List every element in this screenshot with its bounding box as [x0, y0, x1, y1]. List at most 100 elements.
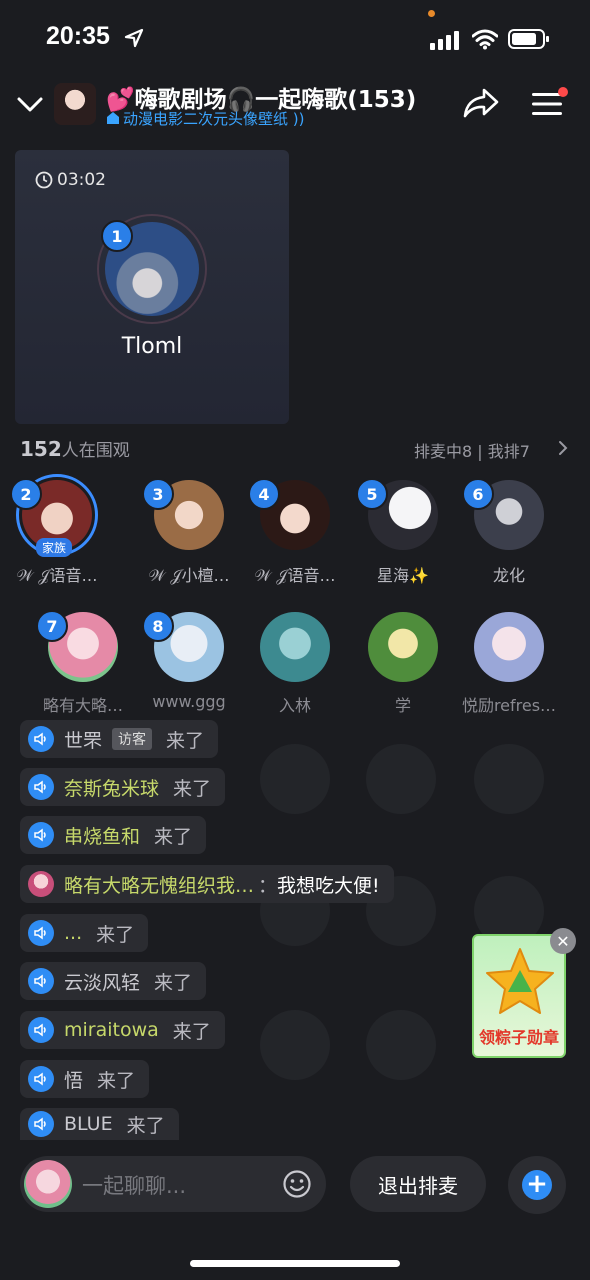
chat-action: 来了 — [173, 777, 212, 800]
wifi-icon — [472, 29, 498, 50]
seat-name: 𝒲 𝒥小檀… — [148, 566, 230, 585]
seat-name: 略有大略… — [42, 696, 123, 715]
chat-action: 来了 — [154, 971, 193, 994]
speaker-icon — [28, 920, 54, 946]
more-actions-button[interactable]: + — [508, 1156, 566, 1214]
chat-username[interactable]: 串烧鱼和 — [64, 822, 140, 849]
seat-number-badge: 1 — [101, 220, 133, 252]
seat-avatar[interactable] — [368, 612, 438, 682]
chat-input[interactable]: 一起聊聊... — [20, 1156, 326, 1212]
visitor-tag: 访客 — [112, 728, 153, 750]
seat-name: 𝒲 𝒥语音… — [16, 566, 98, 585]
viewer-count-label: 人在围观 — [61, 441, 130, 461]
notification-dot — [558, 87, 568, 97]
chat-username[interactable]: 世罘 — [64, 726, 102, 753]
chat-message[interactable]: 奈斯兔米球 来了 — [20, 768, 226, 806]
seat-name: www.ggg — [152, 692, 226, 711]
faded-seat-avatar — [260, 744, 330, 814]
faded-seat-avatar — [260, 1010, 330, 1080]
chat-username[interactable]: 略有大略无愧组织我… — [64, 871, 254, 898]
seat-avatar[interactable] — [474, 612, 544, 682]
room-subtitle-text: 动漫电影二次元头像壁纸 — [123, 110, 289, 128]
location-arrow-icon — [124, 28, 144, 48]
chat-message[interactable]: 云淡风轻 来了 — [20, 962, 207, 1000]
seat-name: 悦励refres… — [461, 696, 557, 715]
viewer-count[interactable]: 152人在围观 — [20, 436, 130, 461]
close-icon[interactable]: ✕ — [550, 928, 576, 954]
seat-name: 星海✨ — [377, 566, 429, 585]
chat-username[interactable]: 云淡风轻 — [64, 968, 140, 995]
chat-username[interactable]: 悟 — [64, 1066, 83, 1093]
seat-number-badge: 8 — [142, 610, 174, 642]
speaker-icon — [28, 726, 54, 752]
chat-action: 来了 — [126, 1114, 165, 1137]
chat-separator: ： — [258, 874, 278, 897]
exit-mic-queue-button[interactable]: 退出排麦 — [350, 1156, 486, 1212]
speaker-icon — [28, 1066, 54, 1092]
room-avatar[interactable] — [54, 83, 96, 125]
chevron-right-icon[interactable] — [556, 440, 570, 456]
host-name: Tloml — [121, 334, 183, 359]
speaker-icon — [28, 1111, 54, 1137]
chat-action: 来了 — [172, 1020, 211, 1043]
speaker-icon — [28, 1017, 54, 1043]
chat-message[interactable]: 世罘 访客 来了 — [20, 720, 219, 758]
chat-text: 我想吃大便! — [277, 874, 380, 897]
chat-user-avatar[interactable] — [28, 871, 54, 897]
seat-name: 龙化 — [492, 566, 525, 585]
sound-wave-icon: )) — [288, 110, 305, 128]
mic-queue-status[interactable]: 排麦中8 | 我排7 — [414, 438, 530, 462]
faded-seat-avatar — [366, 744, 436, 814]
chat-message[interactable]: 串烧鱼和 来了 — [20, 816, 207, 854]
chat-username[interactable]: 奈斯兔米球 — [64, 774, 159, 801]
chat-username[interactable]: BLUE — [64, 1113, 113, 1135]
chat-message[interactable]: BLUE 来了 — [20, 1108, 179, 1140]
chat-input-placeholder: 一起聊聊... — [82, 1174, 187, 1198]
chat-message[interactable]: miraitowa 来了 — [20, 1011, 225, 1049]
chat-action: 来了 — [97, 1069, 136, 1092]
share-icon[interactable] — [462, 86, 500, 120]
seat-name: 入林 — [278, 696, 311, 715]
seat-number-badge: 7 — [36, 610, 68, 642]
seat-avatar[interactable] — [260, 612, 330, 682]
seat-number-badge: 3 — [142, 478, 174, 510]
home-icon — [107, 112, 119, 124]
faded-seat-avatar — [474, 744, 544, 814]
family-tag: 家族 — [36, 538, 73, 557]
emoji-icon[interactable] — [282, 1169, 312, 1199]
host-seat-card[interactable]: 03:02 1 Tloml — [15, 150, 289, 424]
chat-username[interactable]: ... — [64, 922, 82, 944]
my-avatar[interactable] — [24, 1160, 72, 1208]
clock-icon — [35, 171, 53, 189]
chat-message[interactable]: 略有大略无愧组织我… ： 我想吃大便! — [20, 865, 394, 903]
collapse-chevron-icon[interactable] — [16, 92, 44, 116]
host-timer: 03:02 — [35, 170, 106, 190]
seat-number-badge: 4 — [248, 478, 280, 510]
viewer-count-number: 152 — [20, 437, 62, 461]
seat-number-badge: 6 — [462, 478, 494, 510]
chat-username[interactable]: miraitowa — [64, 1019, 159, 1041]
chat-message[interactable]: ... 来了 — [20, 914, 149, 952]
privacy-indicator-dot — [428, 10, 435, 17]
speaker-icon — [28, 968, 54, 994]
status-time: 20:35 — [46, 22, 110, 50]
chat-action: 来了 — [166, 729, 205, 752]
battery-icon — [508, 29, 549, 49]
host-timer-text: 03:02 — [57, 170, 106, 190]
star-badge-icon — [486, 948, 554, 1014]
faded-seat-avatar — [366, 1010, 436, 1080]
seat-number-badge: 2 — [10, 478, 42, 510]
seat-name: 学 — [394, 696, 411, 715]
speaker-icon — [28, 822, 54, 848]
chat-message[interactable]: 悟 来了 — [20, 1060, 150, 1098]
chat-action: 来了 — [96, 923, 135, 946]
zongzi-badge-promo[interactable]: 领粽子勋章 — [472, 934, 566, 1058]
seat-name: 𝒲 𝒥语音… — [254, 566, 336, 585]
promo-label: 领粽子勋章 — [478, 1028, 559, 1047]
cellular-signal-icon — [430, 31, 459, 50]
home-indicator[interactable] — [190, 1260, 400, 1267]
plus-icon: + — [522, 1170, 552, 1200]
chat-action: 来了 — [154, 825, 193, 848]
room-subtitle[interactable]: 动漫电影二次元头像壁纸 )) — [106, 108, 305, 129]
speaker-icon — [28, 774, 54, 800]
